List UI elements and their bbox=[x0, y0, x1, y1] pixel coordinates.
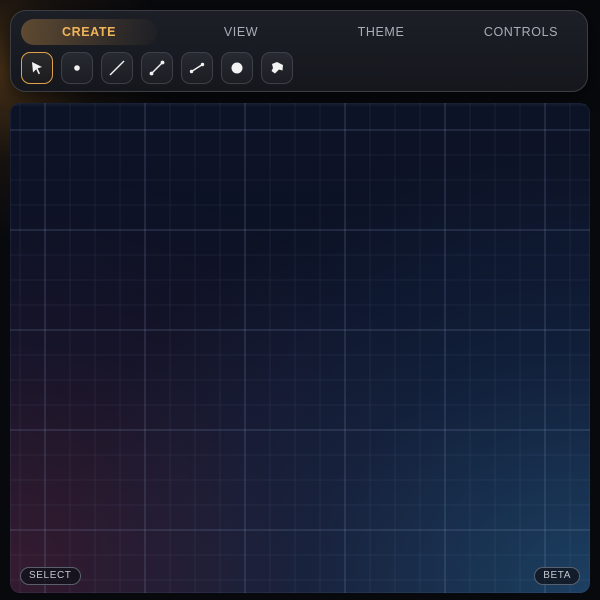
segment-icon bbox=[149, 60, 165, 76]
pointer-arrow-icon bbox=[32, 62, 42, 75]
toolbar: CREATE VIEW THEME CONTROLS bbox=[10, 10, 588, 92]
circle-tool-button[interactable] bbox=[221, 52, 253, 84]
mode-indicator: SELECT bbox=[20, 567, 81, 585]
short-segment-icon bbox=[189, 62, 205, 74]
short-segment-tool-button[interactable] bbox=[181, 52, 213, 84]
app-window: CREATE VIEW THEME CONTROLS SELECT BETA bbox=[0, 0, 600, 600]
point-tool-button[interactable] bbox=[61, 52, 93, 84]
polygon-tool-button[interactable] bbox=[261, 52, 293, 84]
tab-controls[interactable]: CONTROLS bbox=[451, 19, 591, 45]
line-icon bbox=[109, 60, 125, 76]
tab-view[interactable]: VIEW bbox=[171, 19, 311, 45]
line-tool-button[interactable] bbox=[101, 52, 133, 84]
tab-create[interactable]: CREATE bbox=[21, 19, 157, 45]
select-tool-button[interactable] bbox=[21, 52, 53, 84]
point-icon bbox=[74, 65, 80, 71]
drawing-canvas[interactable]: SELECT BETA bbox=[10, 103, 590, 593]
circle-icon bbox=[231, 62, 243, 74]
toolbar-tabs: CREATE VIEW THEME CONTROLS bbox=[21, 19, 581, 45]
segment-tool-button[interactable] bbox=[141, 52, 173, 84]
polygon-icon bbox=[271, 62, 283, 74]
tab-theme[interactable]: THEME bbox=[311, 19, 451, 45]
canvas-grid bbox=[10, 103, 590, 593]
beta-badge: BETA bbox=[534, 567, 580, 585]
